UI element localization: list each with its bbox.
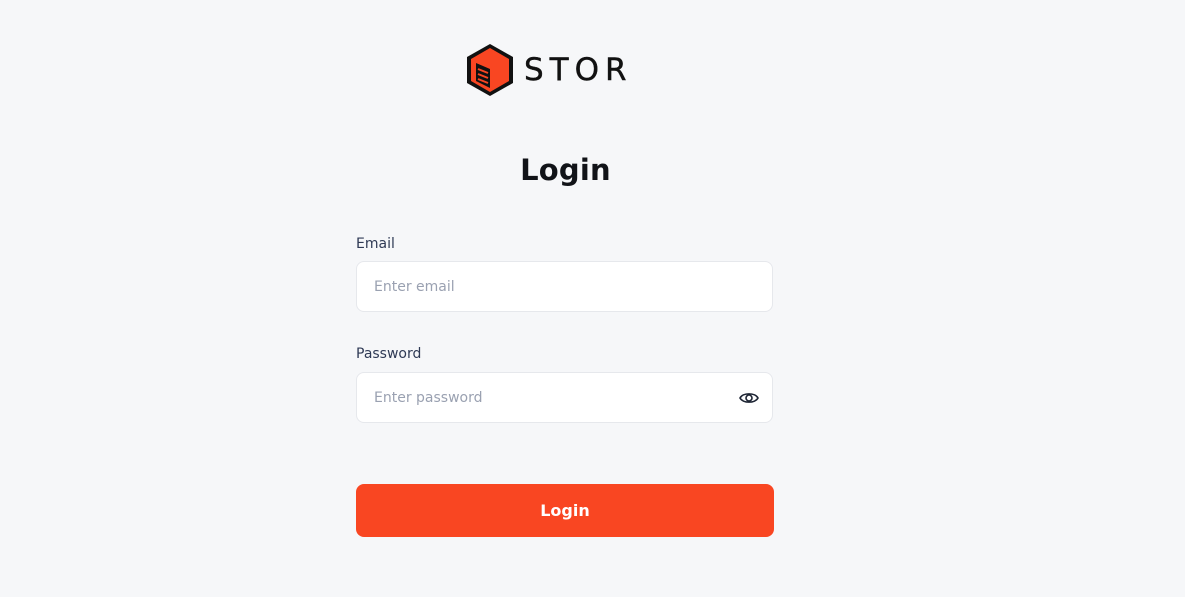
brand-logo: STOR xyxy=(464,42,668,98)
login-button[interactable]: Login xyxy=(356,484,774,537)
password-input[interactable] xyxy=(357,373,738,422)
page-title: Login xyxy=(520,153,611,187)
eye-icon[interactable] xyxy=(738,387,760,409)
box-logo-icon xyxy=(467,44,513,96)
email-input[interactable] xyxy=(357,262,772,311)
password-label: Password xyxy=(356,346,422,362)
email-label: Email xyxy=(356,236,395,252)
brand-wordmark: STOR xyxy=(524,56,633,84)
brand-name: STOR xyxy=(524,56,633,84)
email-field-container[interactable] xyxy=(356,261,773,312)
password-field-container[interactable] xyxy=(356,372,773,423)
